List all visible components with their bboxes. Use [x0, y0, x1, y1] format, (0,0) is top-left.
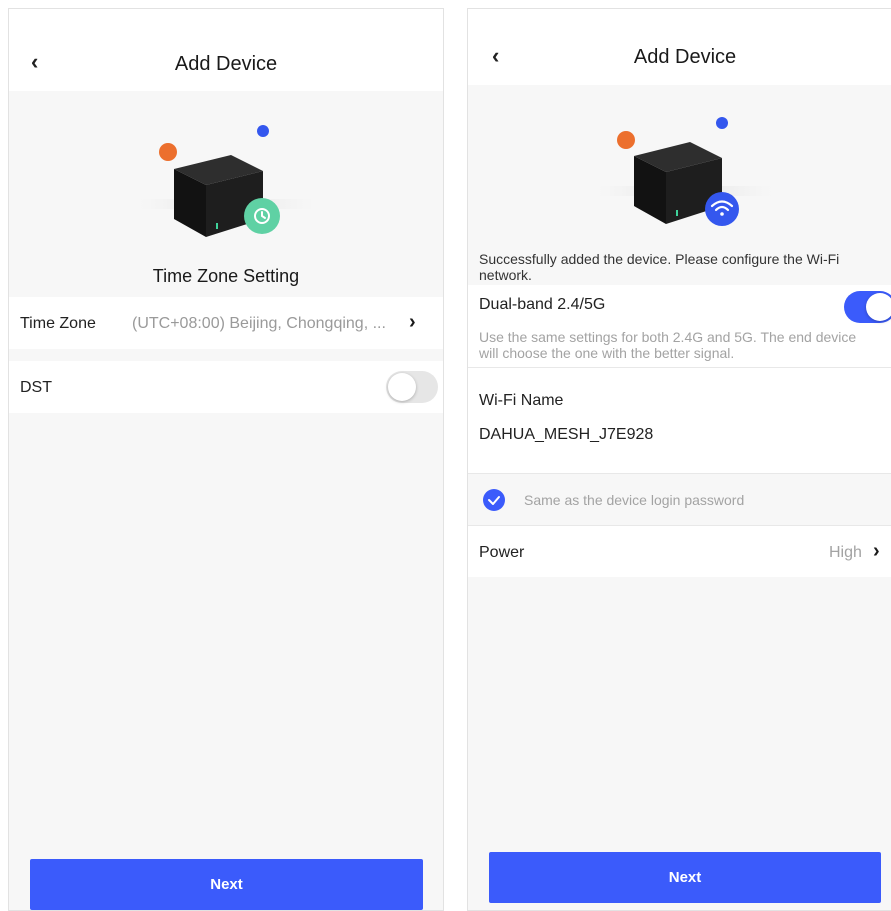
success-message: Successfully added the device. Please co… — [479, 251, 891, 283]
section-title: Time Zone Setting — [152, 266, 300, 286]
power-row[interactable]: Power High › — [468, 526, 891, 577]
hint-line: will choose the one with the better sign… — [479, 345, 735, 361]
wifi-setting-screen: ‹ Add Device Successfully added the devi… — [467, 8, 891, 911]
time-zone-setting-screen: ‹ Add Device Time Zone Setting Time Zone… — [8, 8, 444, 911]
power-value: High — [829, 544, 862, 561]
dst-label: DST — [20, 379, 52, 396]
dual-band-hint: Use the same settings for both 2.4G and … — [479, 329, 891, 361]
header-bar: ‹ Add Device — [468, 9, 891, 85]
wifi-name-section: Wi-Fi Name DAHUA_MESH_J7E928 — [468, 368, 891, 473]
header-bar: ‹ Add Device — [9, 9, 443, 91]
device-illustration — [598, 117, 773, 226]
toggle-knob — [388, 373, 416, 401]
blue-dot-icon — [257, 125, 269, 137]
device-illustration — [139, 125, 314, 237]
clock-icon — [244, 198, 280, 234]
same-password-row: Same as the device login password — [468, 474, 891, 525]
same-password-label: Same as the device login password — [524, 492, 745, 508]
power-label: Power — [479, 544, 525, 561]
wifi-icon — [705, 192, 739, 226]
time-zone-value: (UTC+08:00) Beijing, Chongqing, ... — [132, 315, 386, 332]
dual-band-toggle[interactable] — [844, 291, 891, 323]
success-message-line: Successfully added the device. Please co… — [479, 251, 840, 267]
blue-dot-icon — [716, 117, 728, 129]
success-message-line: network. — [479, 267, 532, 283]
dual-band-label: Dual-band 2.4/5G — [479, 296, 606, 313]
next-button[interactable]: Next — [30, 859, 423, 910]
time-zone-label: Time Zone — [20, 315, 96, 332]
orange-dot-icon — [617, 131, 635, 149]
toggle-knob — [866, 293, 891, 321]
checkmark-icon — [488, 496, 500, 505]
orange-dot-icon — [159, 143, 177, 161]
wifi-name-input[interactable]: DAHUA_MESH_J7E928 — [479, 426, 653, 444]
page-title: Add Device — [633, 46, 737, 68]
page-title: Add Device — [174, 53, 278, 75]
chevron-right-icon: › — [409, 311, 416, 333]
chevron-right-icon: › — [873, 540, 880, 562]
dst-toggle[interactable] — [386, 371, 438, 403]
dst-row: DST — [9, 361, 443, 413]
same-password-checkbox[interactable] — [483, 489, 505, 511]
hint-line: Use the same settings for both 2.4G and … — [479, 329, 857, 345]
dual-band-row: Dual-band 2.4/5G Use the same settings f… — [468, 285, 891, 367]
time-zone-row[interactable]: Time Zone (UTC+08:00) Beijing, Chongqing… — [9, 297, 443, 349]
wifi-name-label: Wi-Fi Name — [479, 392, 564, 409]
next-button[interactable]: Next — [489, 852, 881, 903]
